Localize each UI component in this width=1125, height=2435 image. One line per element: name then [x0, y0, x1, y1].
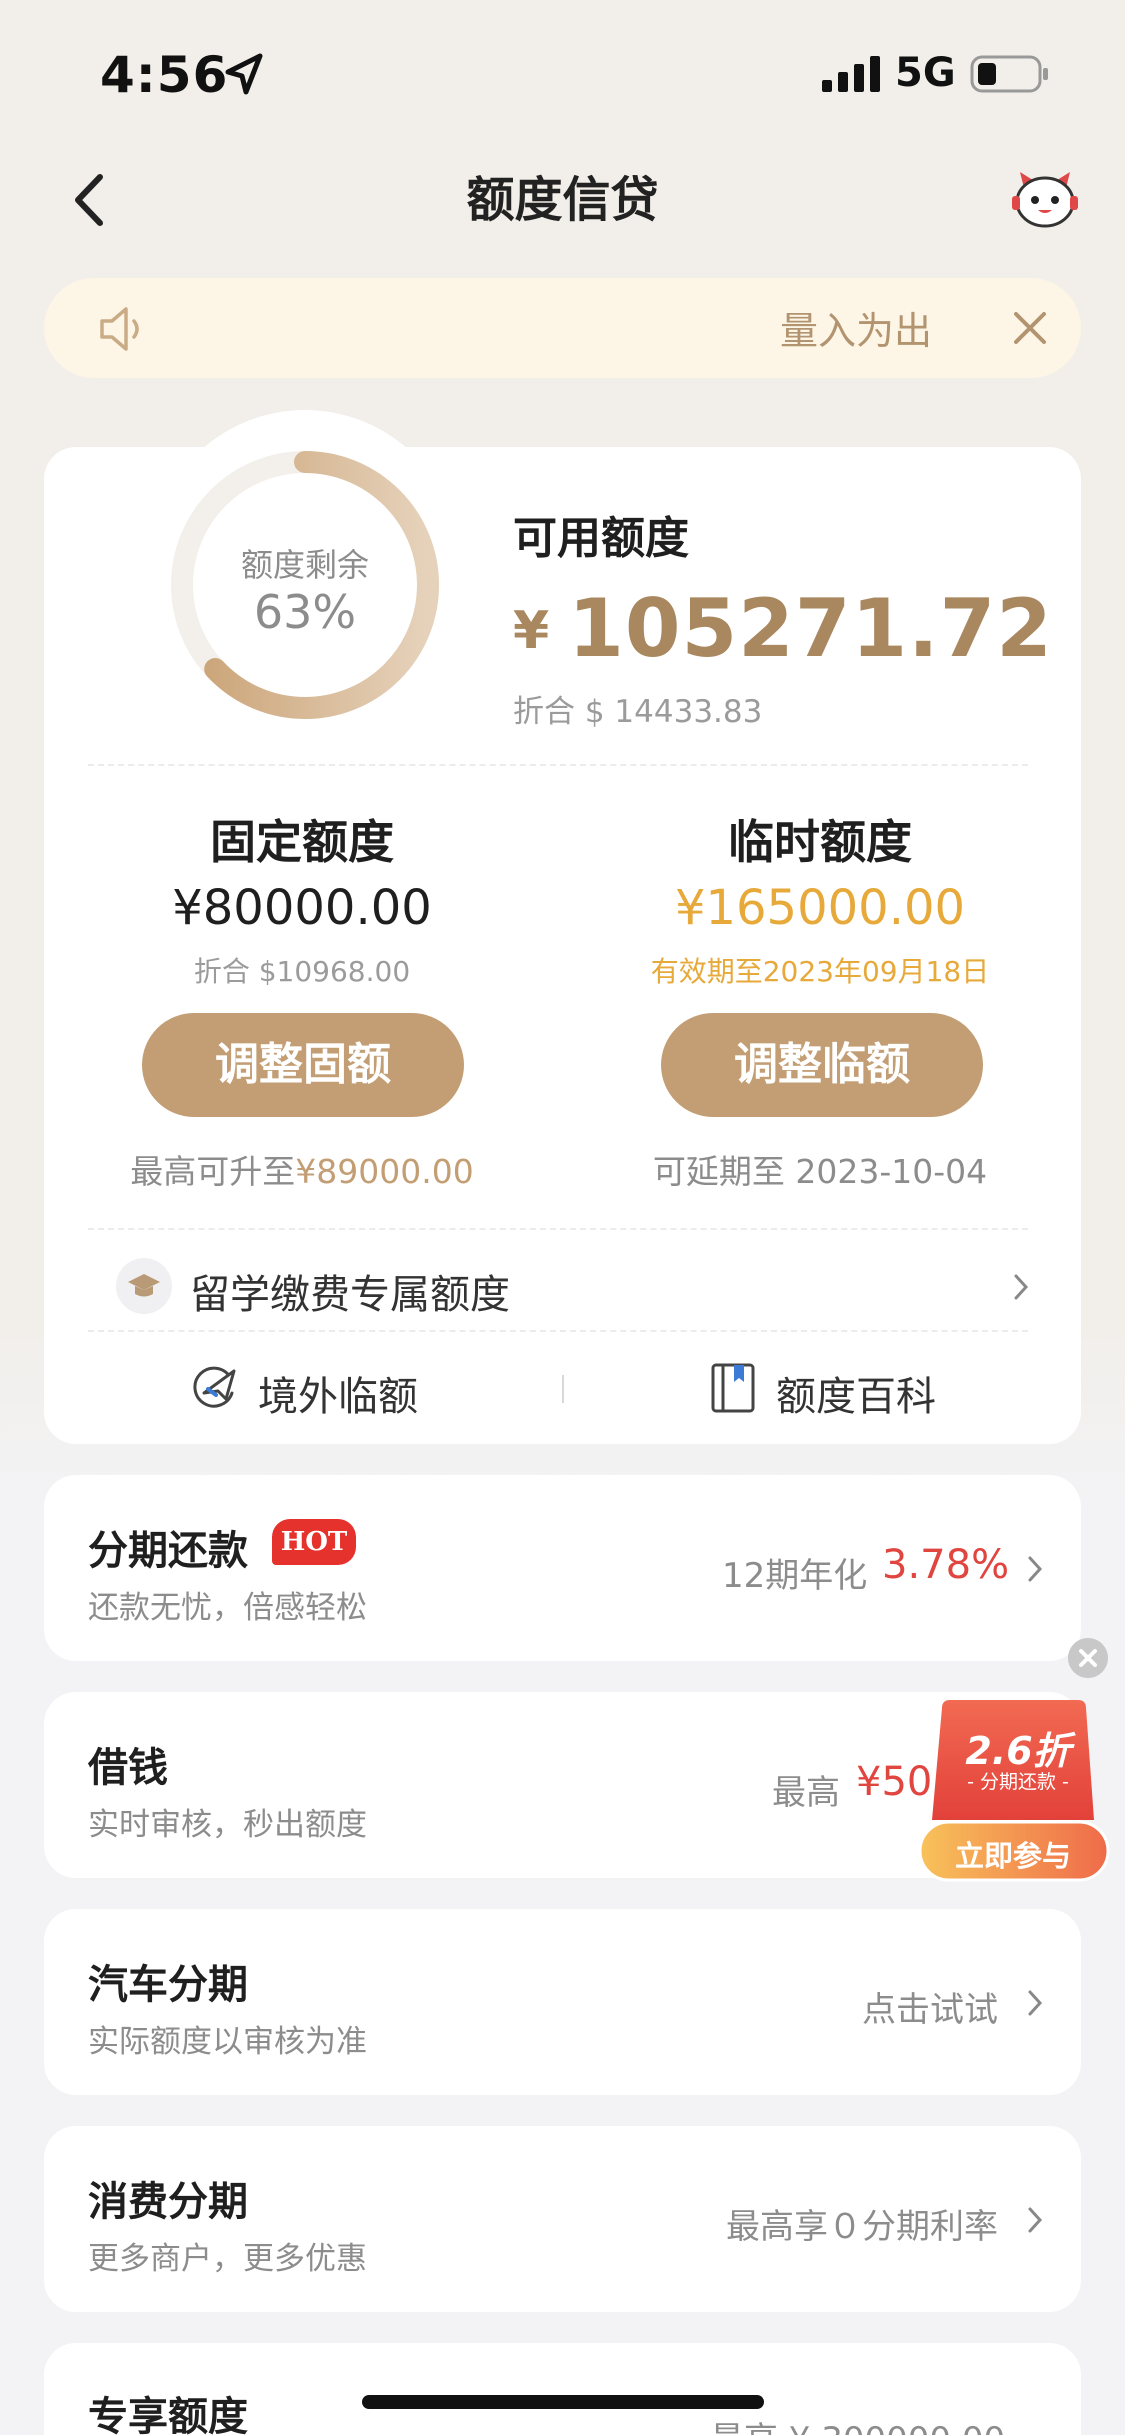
home-indicator — [362, 2395, 764, 2409]
signal-icon — [822, 56, 880, 92]
credit-wiki-link[interactable]: 额度百科 — [776, 1364, 936, 1422]
ring-percent: 63% — [253, 585, 357, 639]
fixed-credit-amount: ¥80000.00 — [172, 880, 432, 936]
divider — [88, 1228, 1028, 1230]
list-item-subtitle: 实时审核，秒出额度 — [88, 1807, 367, 1843]
currency-symbol: ¥ — [513, 601, 551, 661]
chevron-right-icon[interactable] — [1026, 1988, 1044, 2018]
divider — [88, 1330, 1028, 1332]
temporary-valid-until: 有效期至2023年09月18日 — [650, 955, 990, 988]
installment-rate: 3.78% — [882, 1542, 1010, 1588]
temporary-credit-label: 临时额度 — [728, 815, 912, 869]
chevron-right-icon[interactable] — [1010, 1270, 1032, 1304]
hot-badge: HOT — [272, 1519, 356, 1565]
overseas-temp-credit-link[interactable]: 境外临额 — [258, 1364, 418, 1422]
list-item-subtitle: 实际额度以审核为准 — [88, 2024, 367, 2060]
fixed-credit-label: 固定额度 — [210, 815, 394, 869]
assistant-mascot-icon[interactable] — [1010, 168, 1080, 230]
list-item-subtitle: 还款无忧，倍感轻松 — [88, 1590, 367, 1626]
location-arrow-icon — [225, 53, 263, 95]
plane-globe-icon — [193, 1366, 236, 1408]
chevron-right-icon[interactable] — [1026, 2205, 1044, 2235]
speaker-icon — [100, 307, 139, 351]
graduation-cap-icon — [116, 1258, 172, 1314]
available-credit-label: 可用额度 — [513, 513, 689, 564]
promo-join-button[interactable]: 立即参与 — [920, 1833, 1106, 1875]
book-icon — [711, 1363, 755, 1413]
fixed-max-note: 最高可升至¥89000.00 — [52, 1145, 552, 1193]
fixed-max-prefix: 最高可升至 — [130, 1152, 296, 1191]
list-item-title: 消费分期 — [88, 2179, 248, 2225]
status-time: 4:56 — [100, 46, 229, 104]
list-item-title: 借钱 — [88, 1745, 168, 1791]
list-item-title: 专享额度 — [88, 2394, 248, 2435]
study-abroad-credit-link[interactable]: 留学缴费专属额度 — [190, 1262, 510, 1320]
chevron-right-icon[interactable] — [1026, 1554, 1044, 1584]
promo-close-icon[interactable] — [1068, 1638, 1108, 1678]
battery-icon — [970, 55, 1048, 93]
vertical-divider — [562, 1375, 564, 1403]
list-item-subtitle: 更多商户，更多优惠 — [88, 2241, 367, 2277]
fixed-converted: 折合 $10968.00 — [193, 955, 411, 988]
list-item-right-label: 最高 ¥ 300000.00 — [710, 2412, 1005, 2435]
available-credit-amount: ¥105271.72 — [513, 582, 1053, 675]
notice-text: 量入为出 — [780, 309, 933, 353]
list-item-right-label: 12期年化 — [722, 1556, 868, 1596]
fixed-max-amount: ¥89000.00 — [295, 1152, 474, 1191]
list-item-title: 分期还款 — [88, 1528, 248, 1574]
adjust-fixed-button[interactable]: 调整固额 — [142, 1013, 464, 1117]
divider — [88, 764, 1028, 766]
available-amount-value: 105271.72 — [568, 582, 1053, 675]
temporary-extendable-note: 可延期至 2023-10-04 — [652, 1152, 988, 1191]
page-title: 额度信贷 — [466, 172, 659, 228]
list-item-right-label: 最高享０分期利率 — [726, 2207, 998, 2247]
network-type: 5G — [895, 50, 956, 96]
ring-label: 额度剩余 — [240, 546, 369, 584]
adjust-temporary-button[interactable]: 调整临额 — [661, 1013, 983, 1117]
temporary-credit-amount: ¥165000.00 — [674, 880, 966, 936]
list-item-right-label: 点击试试 — [862, 1990, 998, 2030]
list-item-title: 汽车分期 — [88, 1962, 248, 2008]
list-item-right-label: 最高 — [772, 1773, 840, 1813]
close-icon[interactable] — [1010, 308, 1050, 348]
promo-subtitle: - 分期还款 - — [967, 1771, 1069, 1793]
available-converted: 折合 $ 14433.83 — [513, 694, 763, 730]
